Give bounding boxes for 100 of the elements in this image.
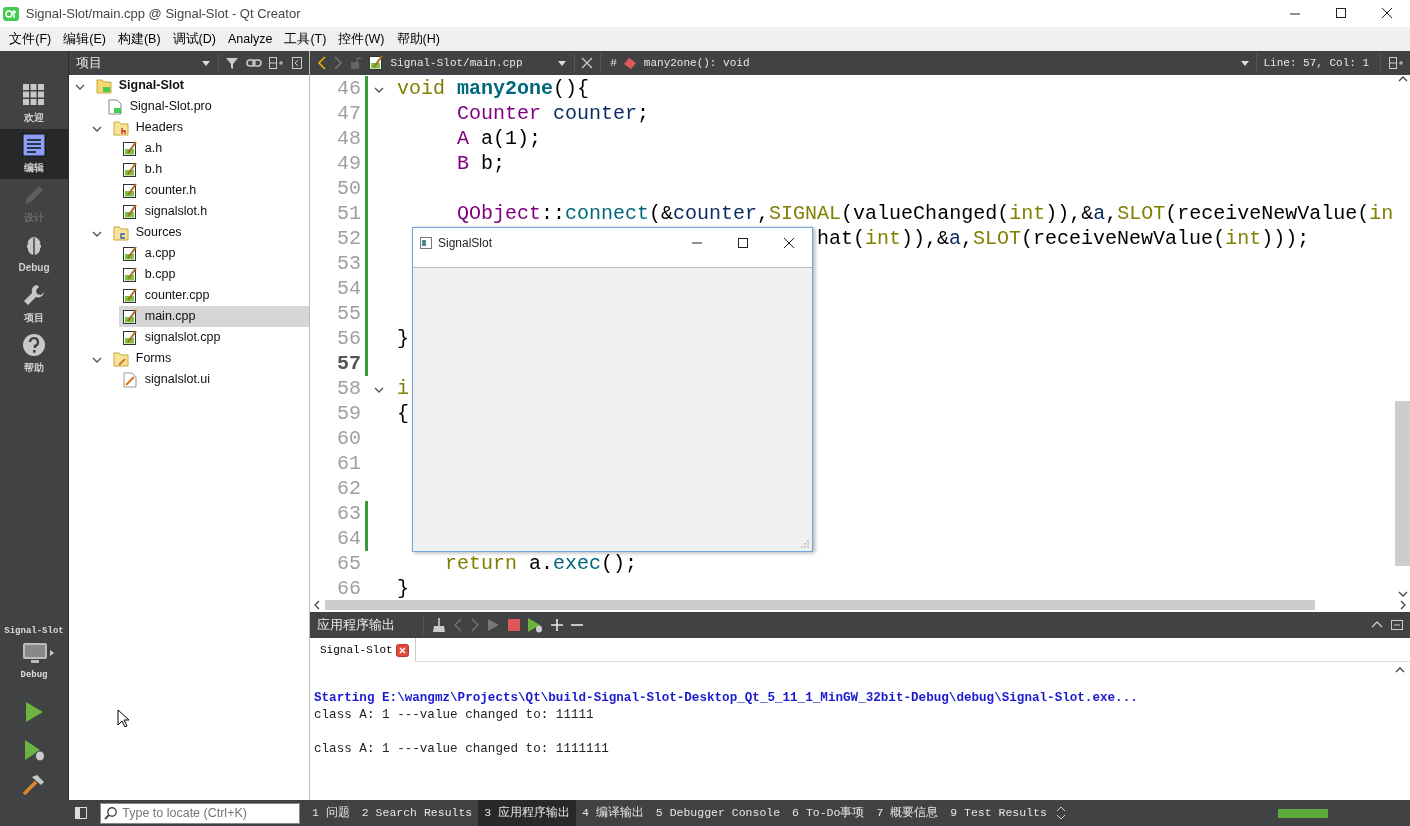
line-number: 66 — [336, 576, 362, 598]
pane-title: 应用程序输出 — [316, 616, 396, 634]
sidebar-toggle-icon[interactable] — [74, 806, 88, 820]
scrollbar-thumb[interactable] — [1395, 401, 1410, 566]
cursor-position: Line: 57, Col: 1 — [1263, 55, 1371, 71]
pane-tab[interactable]: 3 应用程序输出 — [478, 800, 577, 826]
more-panes-icon[interactable] — [1056, 806, 1067, 820]
line-number: 50 — [336, 176, 362, 201]
tree-item[interactable]: Sources — [110, 222, 309, 243]
tree-item[interactable]: Headers — [110, 117, 309, 138]
scroll-up-icon[interactable] — [1395, 666, 1405, 674]
menu-item[interactable]: 构建(B) — [111, 27, 167, 51]
menu-item[interactable]: 工具(T) — [278, 27, 333, 51]
line-number: 47 — [336, 101, 362, 126]
file-icon — [368, 55, 384, 71]
code-line: QObject::connect(&counter,SIGNAL(valueChanged(int)),&a,SLOT(receiveNewValue(in — [457, 201, 1394, 226]
tree-item[interactable]: a.cpp — [119, 243, 309, 264]
tree-item[interactable]: Signal-Slot.pro — [104, 96, 309, 117]
locate-field[interactable]: Type to locate (Ctrl+K) — [100, 802, 300, 824]
file-selector[interactable]: Signal-Slot/main.cpp — [390, 54, 551, 72]
output-tab[interactable]: Signal-Slot — [310, 638, 416, 662]
search-icon — [104, 806, 119, 820]
dropdown-icon[interactable] — [1239, 58, 1250, 68]
dropdown-icon[interactable] — [201, 58, 211, 68]
mode-button[interactable]: 项目 — [0, 279, 68, 329]
hammer-icon[interactable] — [22, 774, 46, 796]
menu-item[interactable]: 调试(D) — [166, 27, 222, 51]
plus-icon[interactable] — [549, 618, 564, 632]
tree-item[interactable]: counter.h — [119, 180, 309, 201]
scroll-left-icon[interactable] — [313, 600, 322, 610]
file-icon — [122, 140, 139, 157]
menu-item[interactable]: 帮助(H) — [390, 27, 446, 51]
menu-item[interactable]: 文件(F) — [3, 27, 58, 51]
mode-button[interactable]: 帮助 — [0, 329, 68, 379]
mode-button[interactable]: Debug — [0, 229, 68, 279]
run-icon[interactable] — [23, 700, 45, 724]
code-line: void many2one(){ — [397, 76, 590, 101]
pane-tab[interactable]: 9 Test Results — [944, 800, 1053, 826]
code-line: B b; — [457, 151, 506, 176]
monitor-icon[interactable] — [21, 641, 49, 666]
filter-icon[interactable] — [225, 56, 239, 70]
dropdown-icon[interactable] — [557, 58, 567, 68]
tree-item[interactable]: counter.cpp — [119, 285, 309, 306]
menu-item[interactable]: 编辑(E) — [57, 27, 112, 51]
tree-item[interactable]: signalslot.ui — [119, 369, 309, 390]
menu-item[interactable]: Analyze — [221, 27, 279, 51]
next-icon — [469, 618, 480, 632]
symbol-selector[interactable]: many2one(): void — [643, 54, 1233, 72]
close-tab-icon[interactable] — [395, 643, 409, 657]
file-icon — [122, 308, 139, 325]
back-icon[interactable] — [316, 56, 327, 70]
build-config-label: Debug — [20, 668, 48, 682]
clear-icon[interactable] — [430, 617, 447, 633]
tree-item[interactable]: main.cpp — [119, 306, 309, 327]
pane-tab[interactable]: 5 Debugger Console — [649, 800, 787, 826]
split-icon[interactable] — [1387, 56, 1404, 70]
menu-item[interactable]: 控件(W) — [332, 27, 391, 51]
output-line: Starting E:\wangmz\Projects\Qt\build-Signal-Slot-Desktop_Qt_5_11_1_MinGW_32bit-Debug\debug\Signal-Slot.exe... — [314, 690, 1138, 707]
folder-icon — [113, 350, 130, 367]
wrench-icon — [22, 282, 46, 307]
debug-run-icon[interactable] — [22, 738, 46, 762]
line-number: 46 — [336, 76, 362, 101]
close-panel-icon[interactable] — [1389, 619, 1404, 631]
code-line: return a.exec(); — [445, 551, 638, 576]
caret-icon — [49, 649, 55, 658]
window-title: Signal-Slot/main.cpp @ Signal-Slot - Qt Creator — [25, 4, 302, 23]
debug-run-icon[interactable] — [527, 617, 543, 633]
progress-bar — [1278, 808, 1329, 818]
line-number: 60 — [336, 426, 362, 451]
tree-item[interactable]: signalslot.cpp — [119, 327, 309, 348]
mode-button[interactable]: 欢迎 — [0, 79, 68, 129]
file-icon — [122, 182, 139, 199]
pane-tab[interactable]: 4 编译输出 — [576, 800, 650, 826]
pane-tab[interactable]: 2 Search Results — [355, 800, 479, 826]
scroll-right-icon[interactable] — [1398, 600, 1407, 610]
line-number: 55 — [336, 301, 362, 326]
tree-item[interactable]: b.cpp — [119, 264, 309, 285]
pane-tab[interactable]: 6 To-Do事项 — [786, 800, 871, 826]
tree-item[interactable]: Signal-Slot — [93, 75, 309, 96]
grid-icon — [22, 82, 46, 107]
split-icon[interactable] — [268, 56, 284, 70]
tree-item[interactable]: signalslot.h — [119, 201, 309, 222]
link-icon[interactable] — [245, 56, 262, 70]
scrollbar-thumb[interactable] — [324, 600, 1315, 610]
close-icon[interactable] — [581, 57, 593, 69]
pane-tab[interactable]: 7 概要信息 — [870, 800, 945, 826]
line-number: 63 — [336, 501, 362, 526]
resize-grip-icon[interactable] — [800, 539, 809, 548]
line-number: 51 — [336, 201, 362, 226]
scroll-up-icon[interactable] — [1397, 75, 1408, 83]
mode-button[interactable]: 编辑 — [0, 129, 68, 179]
tree-item[interactable]: a.h — [119, 138, 309, 159]
stop-icon[interactable] — [506, 618, 521, 632]
symbol-icon — [623, 57, 638, 69]
close-panel-icon[interactable] — [290, 56, 303, 70]
pane-tab[interactable]: 1 问题 — [306, 800, 356, 826]
scroll-down-icon[interactable] — [1397, 590, 1408, 598]
code-line: } — [397, 576, 409, 598]
tree-item[interactable]: Forms — [110, 348, 309, 369]
tree-item[interactable]: b.h — [119, 159, 309, 180]
